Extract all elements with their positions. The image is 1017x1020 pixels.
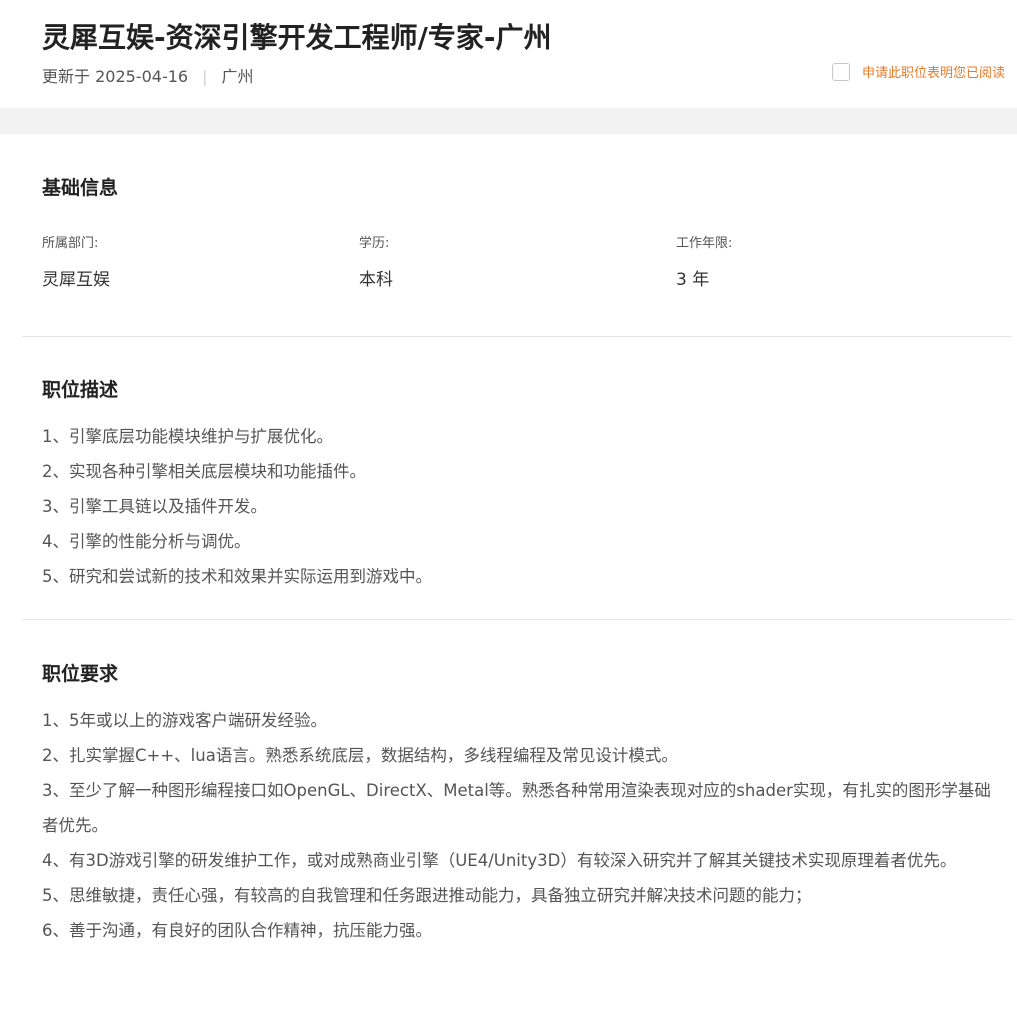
description-item: 4、引擎的性能分析与调优。 [42, 532, 251, 551]
description-heading: 职位描述 [42, 379, 119, 401]
description-item: 3、引擎工具链以及插件开发。 [42, 497, 267, 516]
meta-separator: | [202, 67, 208, 86]
job-header: 灵犀互娱-资深引擎开发工程师/专家-广州 更新于 2025-04-16 | 广州 申… [0, 0, 1017, 108]
job-location: 广州 [221, 67, 254, 86]
basic-info-heading: 基础信息 [42, 177, 119, 199]
description-list: 1、引擎底层功能模块维护与扩展优化。 2、实现各种引擎相关底层模块和功能插件。 … [42, 419, 992, 594]
job-title: 灵犀互娱-资深引擎开发工程师/专家-广州 [42, 21, 552, 54]
section-gap-band [0, 108, 1017, 134]
requirement-item: 5、思维敏捷，责任心强，有较高的自我管理和任务跟进推动能力，具备独立研究并解决技… [42, 886, 812, 905]
requirement-item: 2、扎实掌握C++、lua语言。熟悉系统底层，数据结构，多线程编程及常见设计模式… [42, 746, 678, 765]
department-label: 所属部门: [42, 236, 99, 251]
job-meta: 更新于 2025-04-16 | 广州 [42, 64, 253, 90]
description-item: 2、实现各种引擎相关底层模块和功能插件。 [42, 462, 366, 481]
job-detail-page: 灵犀互娱-资深引擎开发工程师/专家-广州 更新于 2025-04-16 | 广州 申… [0, 0, 1017, 1020]
updated-date: 更新于 2025-04-16 [42, 67, 189, 86]
divider [22, 619, 1012, 620]
description-item: 1、引擎底层功能模块维护与扩展优化。 [42, 427, 333, 446]
experience-label: 工作年限: [676, 236, 733, 251]
department-value: 灵犀互娱 [42, 270, 110, 290]
requirements-list: 1、5年或以上的游戏客户端研发经验。 2、扎实掌握C++、lua语言。熟悉系统底… [42, 703, 992, 948]
apply-agreement-text: 申请此职位表明您已阅读 [862, 66, 1006, 81]
requirements-heading: 职位要求 [42, 663, 119, 685]
divider [22, 336, 1012, 337]
education-label: 学历: [359, 236, 390, 251]
requirement-item: 1、5年或以上的游戏客户端研发经验。 [42, 711, 327, 730]
requirement-item: 3、至少了解一种图形编程接口如OpenGL、DirectX、Metal等。熟悉各… [42, 781, 991, 835]
description-item: 5、研究和尝试新的技术和效果并实际运用到游戏中。 [42, 567, 432, 586]
education-value: 本科 [359, 270, 393, 290]
requirement-item: 4、有3D游戏引擎的研发维护工作，或对成熟商业引擎（UE4/Unity3D）有较… [42, 851, 957, 870]
apply-agreement[interactable]: 申请此职位表明您已阅读 [832, 62, 1005, 81]
requirement-item: 6、善于沟通，有良好的团队合作精神，抗压能力强。 [42, 921, 432, 940]
experience-value: 3 年 [676, 270, 710, 290]
apply-agreement-checkbox[interactable] [832, 62, 850, 81]
